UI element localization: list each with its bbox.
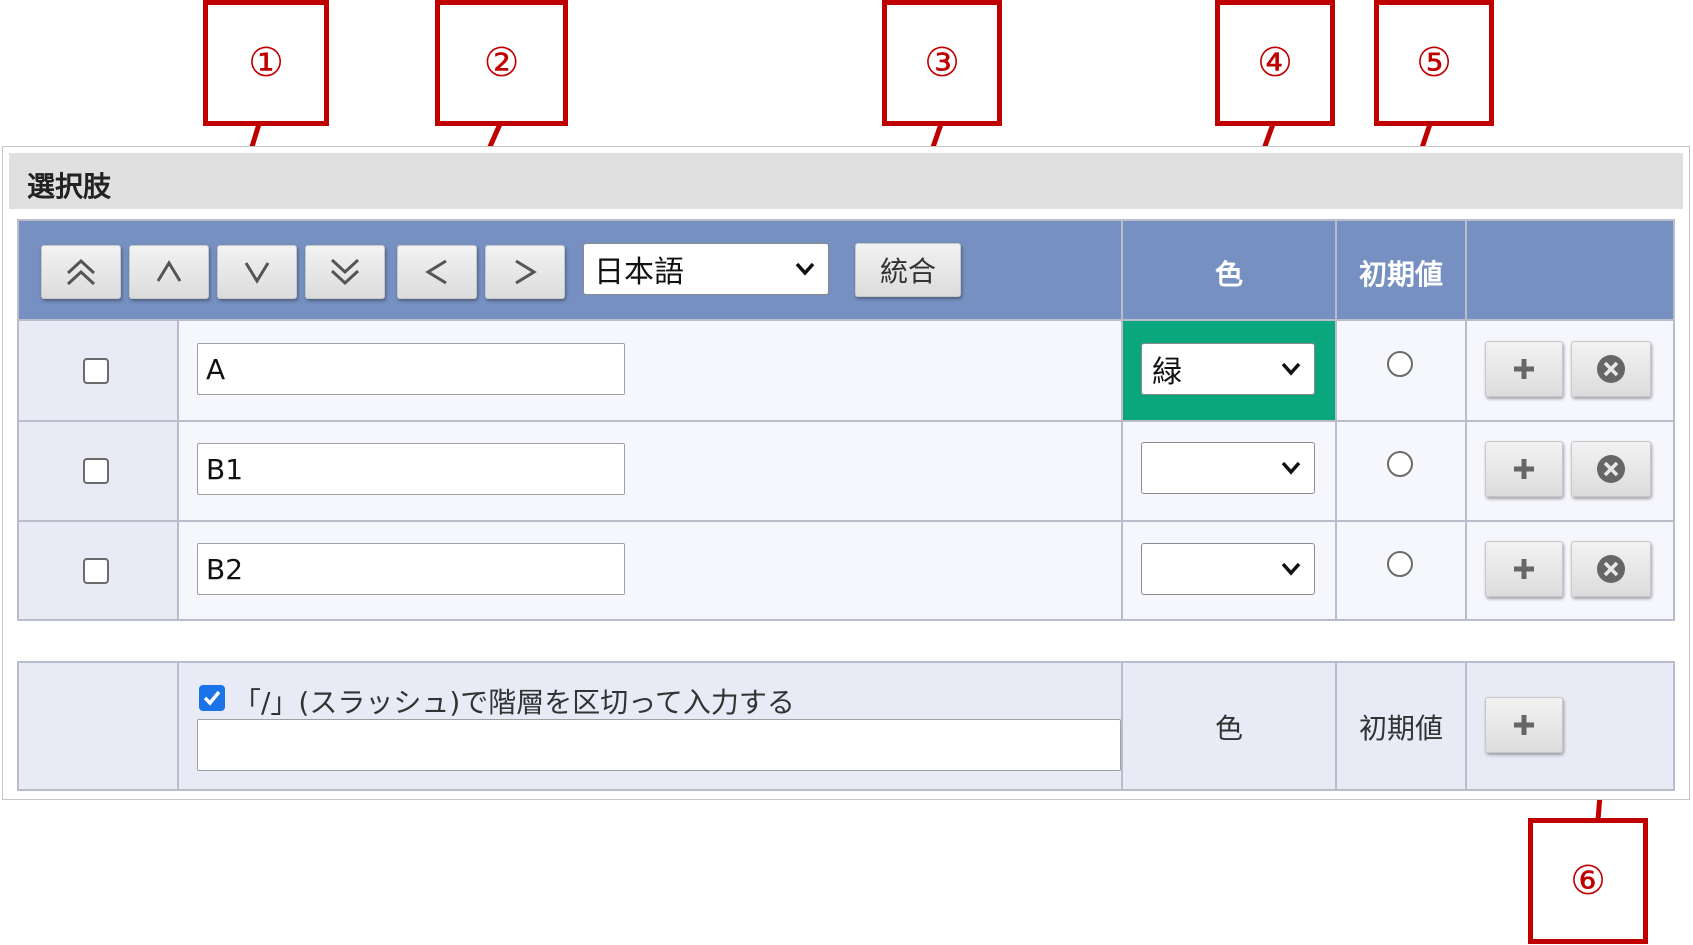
default-radio[interactable]	[1387, 451, 1413, 477]
move-bottom-button[interactable]	[305, 245, 385, 299]
color-select-value: 緑	[1152, 355, 1182, 390]
language-select[interactable]: 日本語	[583, 243, 829, 295]
add-row-button[interactable]	[1485, 541, 1563, 597]
move-top-button[interactable]	[41, 245, 121, 299]
choice-value-text: B1	[206, 452, 244, 486]
grid-line	[1465, 663, 1467, 789]
callout-5: ⑤	[1374, 0, 1494, 126]
chevron-down-icon	[244, 262, 270, 284]
delete-row-button[interactable]	[1571, 441, 1651, 497]
delete-circle-icon	[1597, 555, 1625, 583]
delete-circle-icon	[1597, 455, 1625, 483]
new-row-color-label: 色	[1214, 712, 1243, 745]
plus-icon	[1514, 559, 1534, 579]
choices-table: 色 初期値 日本語 統合 A 緑 B1 B2	[17, 219, 1675, 621]
grid-line	[177, 663, 179, 789]
indent-button[interactable]	[485, 245, 565, 299]
outdent-button[interactable]	[397, 245, 477, 299]
grid-line	[177, 319, 179, 619]
choices-panel: 選択肢 色 初期値 日本語 統合 A 緑 B1 B2 「/」(スラッシュ)で階層…	[2, 146, 1690, 800]
color-select[interactable]	[1141, 543, 1315, 595]
table-header-actions	[1467, 221, 1673, 319]
plus-icon	[1514, 459, 1534, 479]
grid-line	[19, 420, 1673, 422]
plus-icon	[1514, 715, 1534, 735]
chevron-left-icon	[425, 259, 447, 285]
choice-value-input[interactable]: B1	[197, 443, 625, 495]
chevron-up-icon	[156, 260, 182, 282]
column-header-color: 色	[1214, 258, 1243, 291]
new-choice-table: 「/」(スラッシュ)で階層を区切って入力する 色 初期値	[17, 661, 1675, 791]
new-row-handle-cell	[19, 663, 177, 789]
delete-circle-icon	[1597, 355, 1625, 383]
add-row-button[interactable]	[1485, 441, 1563, 497]
grid-line	[19, 319, 1673, 321]
panel-title: 選択肢	[27, 170, 112, 203]
panel-header: 選択肢	[9, 153, 1683, 209]
choice-value-text: B2	[206, 552, 244, 586]
move-up-button[interactable]	[129, 245, 209, 299]
new-row-default-label: 初期値	[1358, 712, 1443, 745]
chevron-right-icon	[515, 259, 537, 285]
double-chevron-up-icon	[66, 258, 96, 286]
choice-value-input[interactable]: A	[197, 343, 625, 395]
callout-3: ③	[882, 0, 1002, 126]
move-down-button[interactable]	[217, 245, 297, 299]
check-icon	[203, 690, 221, 706]
column-header-default: 初期値	[1358, 258, 1443, 291]
merge-button[interactable]: 統合	[855, 243, 961, 297]
callout-1: ①	[203, 0, 329, 126]
chevron-down-icon	[1281, 562, 1301, 576]
merge-button-label: 統合	[879, 255, 936, 288]
callout-2: ②	[435, 0, 568, 126]
language-select-value: 日本語	[594, 255, 684, 290]
chevron-down-icon	[1281, 362, 1301, 376]
choice-value-input[interactable]: B2	[197, 543, 625, 595]
add-new-choice-button[interactable]	[1485, 697, 1563, 753]
callout-6: ⑥	[1528, 818, 1648, 944]
choice-value-text: A	[206, 352, 226, 386]
color-select[interactable]	[1141, 442, 1315, 494]
delete-row-button[interactable]	[1571, 341, 1651, 397]
row-select-checkbox[interactable]	[83, 358, 109, 384]
row-select-checkbox[interactable]	[83, 458, 109, 484]
color-select[interactable]: 緑	[1141, 343, 1315, 395]
callout-4: ④	[1215, 0, 1335, 126]
hierarchy-checkbox[interactable]	[199, 685, 225, 711]
add-row-button[interactable]	[1485, 341, 1563, 397]
delete-row-button[interactable]	[1571, 541, 1651, 597]
row-select-checkbox[interactable]	[83, 558, 109, 584]
chevron-down-icon	[1281, 461, 1301, 475]
double-chevron-down-icon	[330, 258, 360, 286]
default-radio[interactable]	[1387, 551, 1413, 577]
default-radio[interactable]	[1387, 351, 1413, 377]
new-choice-input[interactable]	[197, 719, 1121, 771]
chevron-down-icon	[795, 262, 815, 276]
grid-line	[19, 520, 1673, 522]
plus-icon	[1514, 359, 1534, 379]
hierarchy-label: 「/」(スラッシュ)で階層を区切って入力する	[233, 686, 795, 719]
